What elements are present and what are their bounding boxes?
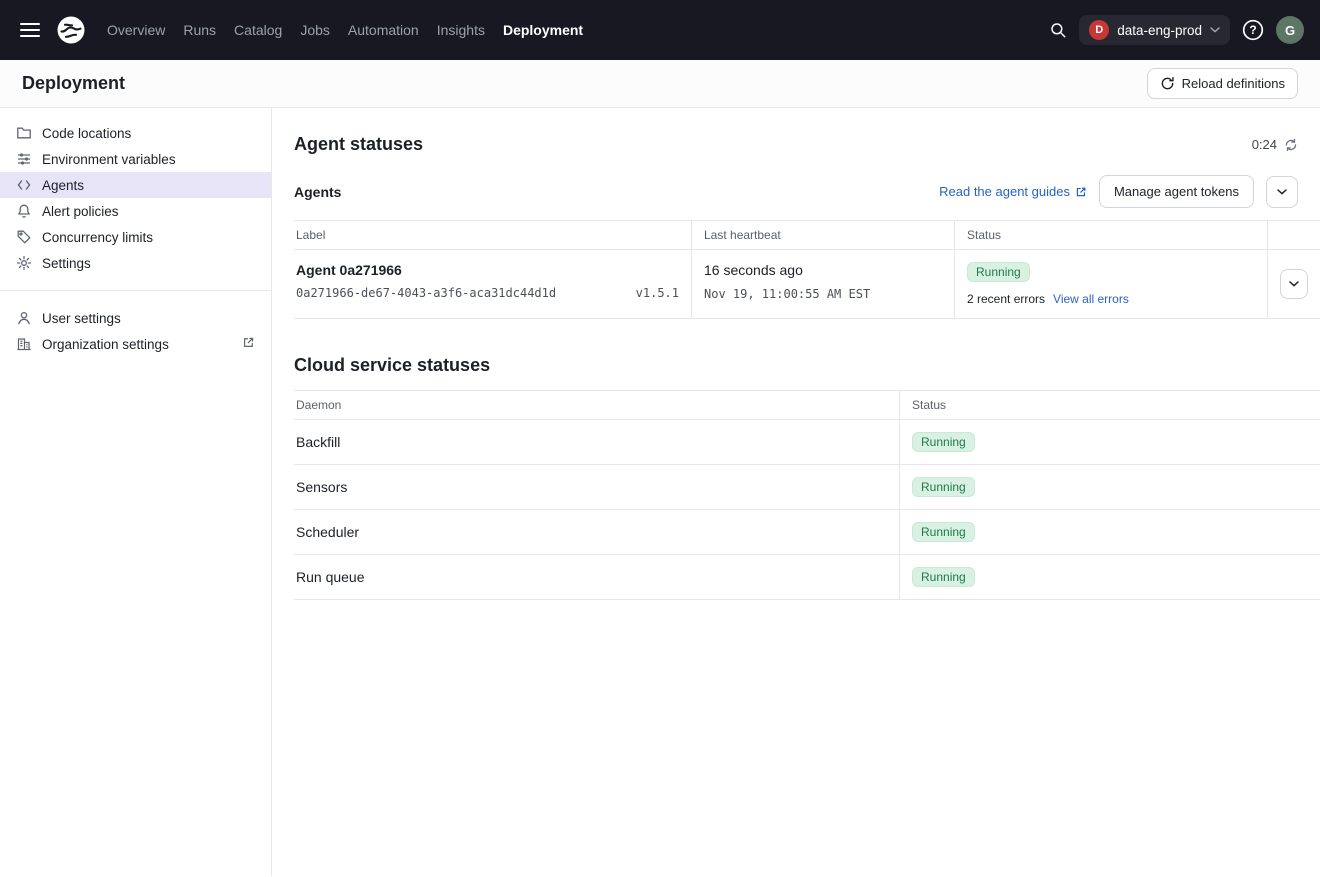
status-badge: Running	[912, 477, 975, 497]
agents-section-label: Agents	[294, 184, 341, 200]
agents-more-actions-button[interactable]	[1266, 176, 1298, 208]
column-header-daemon: Daemon	[294, 391, 900, 419]
sidebar-item-environment-variables[interactable]: Environment variables	[0, 146, 271, 172]
status-badge: Running	[967, 262, 1030, 282]
chevron-down-icon	[1277, 189, 1287, 195]
sidebar-item-agents[interactable]: Agents	[0, 172, 271, 198]
sidebar-item-alert-policies[interactable]: Alert policies	[0, 198, 271, 224]
svg-text:?: ?	[1249, 23, 1256, 37]
sidebar-item-settings[interactable]: Settings	[0, 250, 271, 276]
deployment-name: data-eng-prod	[1117, 23, 1202, 38]
agents-toolbar: Agents Read the agent guides Manage agen…	[294, 175, 1320, 208]
nav-item-overview[interactable]: Overview	[98, 0, 174, 60]
daemon-name: Scheduler	[294, 510, 900, 554]
refresh-countdown: 0:24	[1252, 137, 1298, 152]
top-nav: Overview Runs Catalog Jobs Automation In…	[0, 0, 1320, 60]
nav-item-insights[interactable]: Insights	[428, 0, 494, 60]
agent-icon	[16, 177, 32, 193]
daemon-row-backfill: Backfill Running	[294, 420, 1320, 465]
person-icon	[16, 310, 32, 326]
agent-actions-cell	[1268, 250, 1320, 318]
sidebar-divider	[0, 290, 271, 291]
sliders-icon	[16, 151, 32, 167]
agent-label-cell: Agent 0a271966 0a271966-de67-4043-a3f6-a…	[294, 250, 692, 318]
column-header-actions	[1268, 221, 1320, 249]
help-icon[interactable]: ?	[1242, 19, 1264, 41]
hamburger-menu-icon[interactable]	[14, 14, 46, 46]
sidebar: Code locations Environment variables Age…	[0, 108, 272, 876]
daemon-row-sensors: Sensors Running	[294, 465, 1320, 510]
agent-statuses-title: Agent statuses	[294, 134, 423, 155]
agents-table-header: Label Last heartbeat Status	[294, 220, 1320, 250]
agent-id: 0a271966-de67-4043-a3f6-aca31dc44d1d	[296, 286, 556, 300]
view-all-errors-link[interactable]: View all errors	[1053, 292, 1129, 306]
column-header-last-heartbeat: Last heartbeat	[692, 221, 955, 249]
bell-icon	[16, 203, 32, 219]
nav-item-jobs[interactable]: Jobs	[291, 0, 339, 60]
agent-version: v1.5.1	[636, 286, 679, 300]
agent-statuses-header: Agent statuses 0:24	[294, 108, 1320, 155]
heartbeat-timestamp: Nov 19, 11:00:55 AM EST	[704, 287, 942, 301]
column-header-status: Status	[955, 221, 1268, 249]
topnav-right: D data-eng-prod ? G	[1049, 15, 1304, 45]
daemon-name: Sensors	[294, 465, 900, 509]
column-header-status: Status	[900, 391, 1320, 419]
cloud-services-table: Daemon Status Backfill Running Sensors R…	[294, 390, 1320, 600]
status-badge: Running	[912, 567, 975, 587]
page-title: Deployment	[22, 73, 125, 94]
agent-heartbeat-cell: 16 seconds ago Nov 19, 11:00:55 AM EST	[692, 250, 955, 318]
dagster-logo-icon[interactable]	[54, 13, 88, 47]
gear-icon	[16, 255, 32, 271]
agent-row-expand-button[interactable]	[1280, 269, 1308, 299]
external-link-icon	[1075, 186, 1087, 198]
sidebar-item-concurrency-limits[interactable]: Concurrency limits	[0, 224, 271, 250]
building-icon	[16, 336, 32, 352]
agent-status-cell: Running 2 recent errors View all errors	[955, 250, 1268, 318]
agent-row: Agent 0a271966 0a271966-de67-4043-a3f6-a…	[294, 250, 1320, 319]
agents-table: Label Last heartbeat Status Agent 0a2719…	[294, 220, 1320, 319]
daemon-name: Run queue	[294, 555, 900, 599]
refresh-timer: 0:24	[1252, 137, 1277, 152]
manage-agent-tokens-button[interactable]: Manage agent tokens	[1099, 175, 1254, 208]
nav-item-catalog[interactable]: Catalog	[225, 0, 291, 60]
sidebar-item-code-locations[interactable]: Code locations	[0, 120, 271, 146]
nav-item-deployment[interactable]: Deployment	[494, 0, 592, 60]
deployment-badge: D	[1089, 20, 1109, 40]
avatar[interactable]: G	[1276, 16, 1304, 44]
heartbeat-relative: 16 seconds ago	[704, 262, 942, 278]
folder-icon	[16, 125, 32, 141]
chevron-down-icon	[1289, 281, 1299, 287]
main-content: Agent statuses 0:24 Agents Read the agen…	[272, 108, 1320, 876]
sidebar-item-user-settings[interactable]: User settings	[0, 305, 271, 331]
refresh-icon[interactable]	[1284, 138, 1298, 152]
nav-item-automation[interactable]: Automation	[339, 0, 428, 60]
cloud-service-statuses-title: Cloud service statuses	[294, 355, 1320, 376]
daemon-row-run-queue: Run queue Running	[294, 555, 1320, 600]
status-badge: Running	[912, 522, 975, 542]
search-icon[interactable]	[1049, 21, 1067, 39]
main-nav: Overview Runs Catalog Jobs Automation In…	[98, 0, 592, 60]
tag-icon	[16, 229, 32, 245]
reload-icon	[1160, 76, 1175, 91]
nav-item-runs[interactable]: Runs	[174, 0, 225, 60]
deployment-selector[interactable]: D data-eng-prod	[1079, 15, 1230, 45]
page-header: Deployment Reload definitions	[0, 60, 1320, 108]
column-header-label: Label	[294, 221, 692, 249]
agent-guides-link[interactable]: Read the agent guides	[939, 184, 1087, 199]
agent-name: Agent 0a271966	[296, 262, 679, 278]
daemon-row-scheduler: Scheduler Running	[294, 510, 1320, 555]
status-badge: Running	[912, 432, 975, 452]
recent-errors-text: 2 recent errors	[967, 292, 1045, 306]
daemon-name: Backfill	[294, 420, 900, 464]
external-link-icon	[242, 336, 255, 352]
sidebar-item-organization-settings[interactable]: Organization settings	[0, 331, 271, 357]
chevron-down-icon	[1210, 27, 1220, 33]
reload-definitions-button[interactable]: Reload definitions	[1147, 68, 1298, 99]
cloud-table-header: Daemon Status	[294, 390, 1320, 420]
